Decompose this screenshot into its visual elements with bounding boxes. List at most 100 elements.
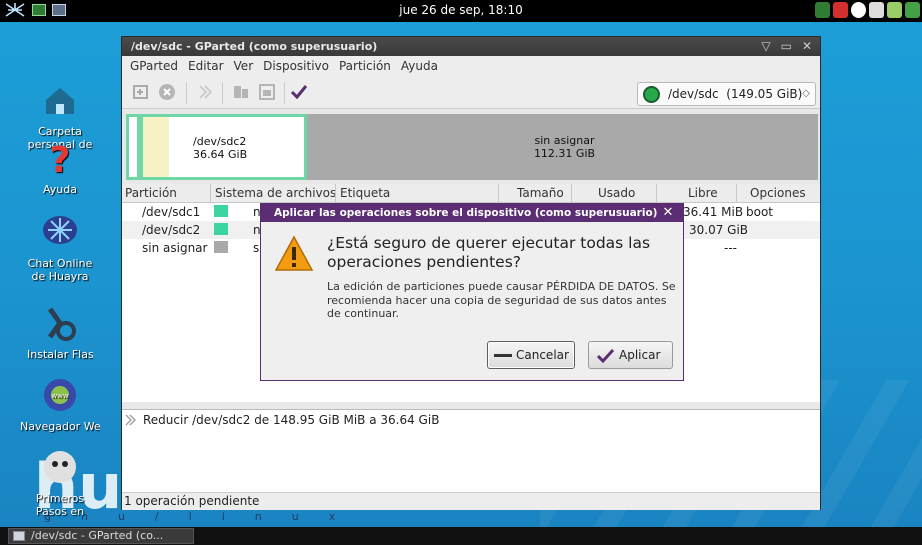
cell-partition: /dev/sdc1 — [142, 205, 201, 219]
desktop-icon-chat[interactable]: Chat Online de Huayra — [0, 212, 120, 283]
first-steps-icon — [44, 451, 76, 483]
close-icon[interactable]: ✕ — [802, 37, 812, 56]
help-icon: ? — [50, 140, 71, 181]
toolbar-separator — [186, 82, 187, 104]
col-libre[interactable]: Libre — [688, 186, 718, 200]
delete-icon[interactable] — [158, 83, 176, 101]
cell-partition: /dev/sdc2 — [142, 223, 201, 237]
toolbar-separator — [222, 82, 223, 104]
fs-color-swatch — [214, 205, 228, 217]
toolbar: /dev/sdc (149.05 GiB) ◇ — [122, 76, 820, 109]
svg-text:www: www — [51, 392, 68, 400]
col-tamano[interactable]: Tamaño — [517, 186, 564, 200]
maximize-icon[interactable]: ▭ — [781, 37, 792, 56]
pending-operations-panel: Reducir /dev/sdc2 de 148.95 GiB MiB a 36… — [122, 409, 820, 493]
fs-color-swatch — [214, 223, 228, 235]
disk-icon — [643, 86, 660, 103]
menu-particion[interactable]: Partición — [339, 56, 391, 76]
col-opciones[interactable]: Opciones — [750, 186, 806, 200]
partition-block-sdc1[interactable] — [126, 114, 140, 180]
clock[interactable]: jue 26 de sep, 18:10 — [0, 3, 922, 17]
battery-icon[interactable] — [815, 2, 830, 18]
toolbar-separator — [284, 82, 285, 104]
desktop-icon-label: Ayuda — [43, 183, 77, 196]
minus-icon — [494, 354, 512, 357]
desktop-icon-first-steps[interactable]: Primeros Pasos en Huayra — [0, 447, 120, 518]
menu-editar[interactable]: Editar — [188, 56, 224, 76]
sdc2-size: 36.64 GiB — [193, 148, 248, 161]
warning-icon — [274, 235, 314, 271]
device-selector-value: /dev/sdc (149.05 GiB) — [668, 87, 803, 101]
partition-graphic[interactable]: /dev/sdc2 36.64 GiB sin asignar 112.31 G… — [126, 114, 818, 180]
col-usado[interactable]: Usado — [598, 186, 635, 200]
install-flash-icon — [47, 307, 76, 341]
menu-gparted[interactable]: GParted — [130, 56, 178, 76]
chat-icon — [43, 216, 77, 244]
desktop-icon-label: Instalar Flash Player — [27, 348, 93, 361]
desktop-icon-help[interactable]: ? Ayuda — [0, 138, 120, 196]
device-selector[interactable]: /dev/sdc (149.05 GiB) ◇ — [637, 82, 816, 106]
unallocated-name: sin asignar — [534, 134, 595, 147]
unallocated-size: 112.31 GiB — [533, 147, 596, 160]
menu-dispositivo[interactable]: Dispositivo — [263, 56, 329, 76]
fs-color-swatch — [214, 241, 228, 253]
volume-icon[interactable] — [869, 2, 884, 18]
cell-free: --- — [724, 241, 737, 255]
desktop-icon-label: Primeros Pasos en Huayra — [35, 492, 85, 518]
new-partition-icon[interactable] — [132, 83, 150, 101]
top-panel: jue 26 de sep, 18:10 — [0, 0, 922, 22]
dialog-text: La edición de particiones puede causar P… — [327, 280, 676, 320]
apply-label: Aplicar — [619, 348, 661, 362]
window-title: /dev/sdc - GParted (como superusuario) — [131, 40, 378, 53]
home-folder-icon — [46, 88, 74, 114]
mail-icon[interactable] — [833, 2, 848, 18]
taskbar-item-label: /dev/sdc - GParted (co... — [31, 529, 164, 542]
col-particion[interactable]: Partición — [125, 186, 177, 200]
taskbar-item-gparted[interactable]: /dev/sdc - GParted (co... — [8, 528, 194, 544]
sdc2-name: /dev/sdc2 — [193, 135, 247, 148]
copy-icon[interactable] — [232, 83, 250, 101]
pending-operation-text: Reducir /dev/sdc2 de 148.95 GiB MiB a 36… — [143, 413, 440, 427]
apply-check-icon[interactable] — [290, 83, 308, 101]
paste-icon[interactable] — [258, 83, 276, 101]
desktop-icon-flash[interactable]: Instalar Flash Player — [0, 303, 120, 361]
partition-list-header: Partición Sistema de archivos Etiqueta T… — [122, 184, 820, 203]
cell-flags: boot — [746, 205, 774, 219]
resize-icon — [125, 414, 136, 426]
browser-icon: www — [44, 379, 76, 411]
close-icon[interactable]: ✕ — [657, 205, 679, 221]
menu-ver[interactable]: Ver — [234, 56, 254, 76]
cell-free: 36.41 MiB — [683, 205, 744, 219]
desktop-icon-label: Navegador Web — [20, 420, 100, 433]
menu-ayuda[interactable]: Ayuda — [401, 56, 438, 76]
chevron-down-icon[interactable]: ▽ — [761, 37, 770, 56]
cancel-button[interactable]: Cancelar — [487, 341, 575, 369]
taskbar: /dev/sdc - GParted (co... — [0, 527, 922, 545]
col-etiqueta[interactable]: Etiqueta — [340, 186, 390, 200]
used-space-bar — [143, 117, 169, 177]
svg-text:?: ? — [50, 140, 71, 178]
cell-partition: sin asignar — [142, 241, 208, 255]
desktop-icon-browser[interactable]: www Navegador Web — [0, 375, 120, 433]
status-bar: 1 operación pendiente — [122, 492, 820, 510]
chevron-updown-icon: ◇ — [802, 88, 810, 99]
system-tray — [815, 2, 920, 18]
desktop-icon-label: Chat Online de Huayra — [27, 257, 93, 283]
dialog-titlebar[interactable]: Aplicar las operaciones sobre el disposi… — [261, 204, 683, 222]
cell-free: 30.07 GiB — [689, 223, 749, 237]
col-sistema[interactable]: Sistema de archivos — [215, 186, 336, 200]
keyboard-icon[interactable] — [905, 2, 920, 18]
partition-block-sdc2[interactable]: /dev/sdc2 36.64 GiB — [140, 114, 307, 180]
network-icon[interactable] — [887, 2, 902, 18]
apply-button[interactable]: Aplicar — [588, 341, 673, 369]
dialog-title: Aplicar las operaciones sobre el disposi… — [274, 207, 658, 219]
accessibility-icon[interactable] — [851, 2, 866, 18]
window-titlebar[interactable]: /dev/sdc - GParted (como superusuario) ▽… — [122, 37, 820, 56]
resize-icon[interactable] — [196, 83, 214, 101]
partition-block-unallocated[interactable]: sin asignar 112.31 GiB — [311, 114, 818, 180]
dialog-heading: ¿Está seguro de querer ejecutar todas la… — [327, 234, 651, 271]
list-item[interactable]: Reducir /dev/sdc2 de 148.95 GiB MiB a 36… — [124, 413, 439, 427]
confirm-dialog: Aplicar las operaciones sobre el disposi… — [260, 203, 684, 381]
check-icon — [597, 348, 614, 363]
cancel-label: Cancelar — [516, 348, 569, 362]
